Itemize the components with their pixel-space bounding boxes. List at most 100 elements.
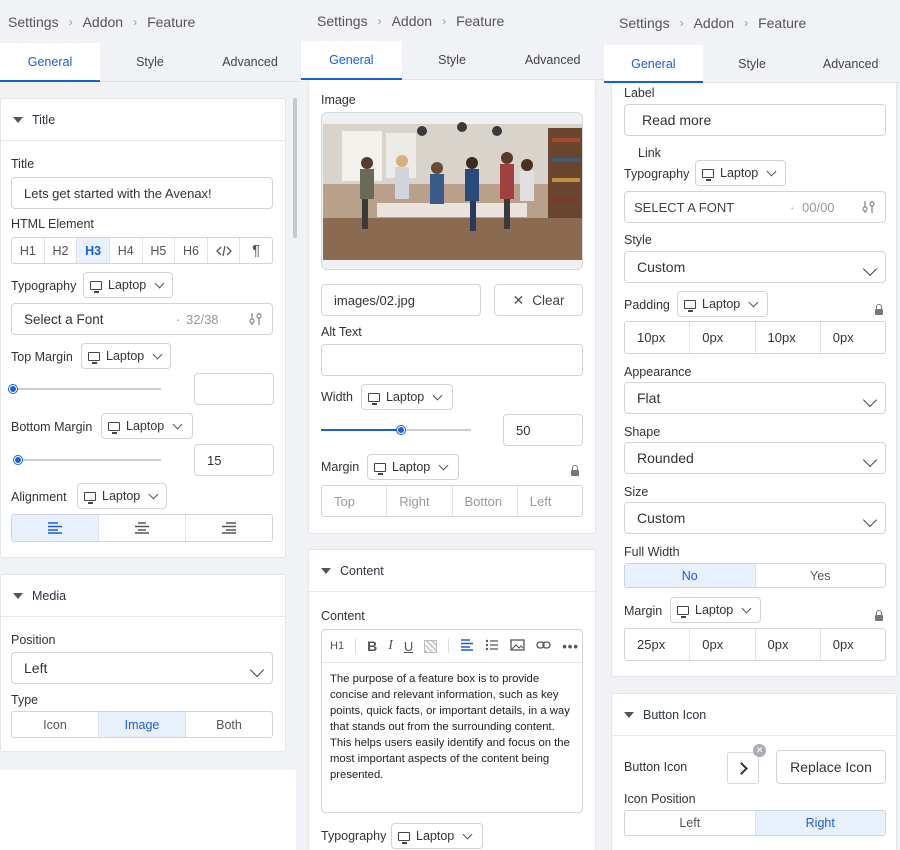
list-icon[interactable]: [485, 639, 499, 654]
h5-button[interactable]: H5: [143, 238, 176, 263]
margin-right-input[interactable]: Right: [387, 486, 453, 516]
tab-general[interactable]: General: [604, 45, 703, 83]
device-selector[interactable]: Laptop: [695, 160, 786, 186]
width-slider[interactable]: [321, 426, 471, 434]
style-select[interactable]: Custom: [624, 251, 886, 283]
section-title: Content: [340, 563, 384, 578]
remove-icon[interactable]: ✕: [753, 744, 766, 757]
device-selector[interactable]: Laptop: [391, 823, 483, 849]
margin-left-input[interactable]: Left: [518, 486, 582, 516]
top-margin-slider[interactable]: [9, 385, 161, 393]
icon-position-right[interactable]: Right: [755, 811, 885, 835]
width-input[interactable]: 50: [503, 414, 583, 446]
padding-bottom-input[interactable]: 10px: [756, 322, 821, 353]
paragraph-icon[interactable]: ¶: [240, 238, 272, 263]
tab-advanced[interactable]: Advanced: [801, 45, 900, 82]
code-icon[interactable]: [208, 238, 241, 263]
h3-button[interactable]: H3: [77, 238, 110, 263]
margin-bottom-input[interactable]: 0px: [756, 629, 821, 660]
margin-right-input[interactable]: 0px: [690, 629, 756, 660]
tab-advanced[interactable]: Advanced: [200, 43, 300, 81]
tab-general[interactable]: General: [0, 43, 100, 82]
padding-left-input[interactable]: 0px: [821, 322, 885, 353]
align-left-icon[interactable]: [460, 638, 474, 654]
unlock-icon[interactable]: [875, 610, 883, 621]
scrollbar[interactable]: [293, 98, 297, 238]
type-icon-option[interactable]: Icon: [12, 712, 99, 737]
italic-icon[interactable]: I: [388, 638, 393, 654]
size-select[interactable]: Custom: [624, 502, 886, 534]
clear-button[interactable]: ✕ Clear: [494, 284, 583, 316]
type-image-option[interactable]: Image: [99, 712, 186, 737]
bottom-margin-input[interactable]: 15: [194, 444, 274, 476]
align-right-icon[interactable]: [186, 515, 272, 541]
alt-text-input[interactable]: [321, 344, 583, 376]
sliders-icon[interactable]: [249, 312, 262, 329]
shape-select[interactable]: Rounded: [624, 442, 886, 474]
device-selector[interactable]: Laptop: [670, 597, 761, 623]
padding-top-input[interactable]: 10px: [625, 322, 691, 353]
media-section-header[interactable]: Media: [1, 575, 285, 617]
margin-top-input[interactable]: Top: [322, 486, 388, 516]
h1-button[interactable]: H1: [12, 238, 45, 263]
tab-style[interactable]: Style: [703, 45, 802, 82]
tab-advanced[interactable]: Advanced: [502, 41, 603, 79]
image-preview[interactable]: [321, 112, 583, 270]
image-path-input[interactable]: images/02.jpg: [321, 284, 481, 316]
device-selector[interactable]: Laptop: [361, 384, 453, 410]
align-center-icon[interactable]: [99, 515, 186, 541]
breadcrumb-settings[interactable]: Settings: [317, 13, 368, 29]
device-selector[interactable]: Laptop: [81, 343, 171, 369]
font-select[interactable]: Select a Font · 32/38: [11, 303, 273, 335]
bold-icon[interactable]: B: [367, 638, 377, 654]
title-section-header[interactable]: Title: [1, 99, 285, 141]
position-select[interactable]: Left: [11, 652, 273, 684]
h4-button[interactable]: H4: [110, 238, 143, 263]
margin-top-input[interactable]: 25px: [625, 629, 691, 660]
tab-general[interactable]: General: [301, 41, 402, 80]
breadcrumb-settings[interactable]: Settings: [619, 15, 670, 31]
type-both-option[interactable]: Both: [186, 712, 272, 737]
label-input[interactable]: Read more: [624, 104, 886, 136]
link-icon[interactable]: [536, 639, 551, 654]
margin-bottom-input[interactable]: Botton: [453, 486, 518, 516]
replace-icon-button[interactable]: Replace Icon: [776, 750, 886, 784]
link-label[interactable]: Link: [638, 146, 661, 160]
lock-icon[interactable]: [571, 465, 579, 476]
h6-button[interactable]: H6: [175, 238, 208, 263]
breadcrumb-addon[interactable]: Addon: [392, 13, 432, 29]
device-selector[interactable]: Laptop: [101, 413, 193, 439]
tab-style[interactable]: Style: [100, 43, 200, 81]
underline-icon[interactable]: U: [404, 639, 413, 654]
sliders-icon[interactable]: [862, 200, 875, 217]
breadcrumb-settings[interactable]: Settings: [8, 14, 59, 30]
full-width-no[interactable]: No: [625, 564, 756, 587]
appearance-select[interactable]: Flat: [624, 382, 886, 414]
padding-right-input[interactable]: 0px: [690, 322, 756, 353]
color-icon[interactable]: [424, 639, 438, 653]
top-margin-input[interactable]: [194, 373, 274, 405]
device-selector[interactable]: Laptop: [677, 291, 768, 317]
bottom-margin-slider[interactable]: [14, 456, 161, 464]
device-selector[interactable]: Laptop: [367, 454, 459, 480]
icon-preview[interactable]: [727, 752, 759, 784]
device-selector[interactable]: Laptop: [77, 483, 167, 509]
font-select[interactable]: SELECT A FONT · 00/00: [624, 191, 886, 223]
breadcrumb-addon[interactable]: Addon: [694, 15, 734, 31]
h2-button[interactable]: H2: [45, 238, 78, 263]
button-icon-section-header[interactable]: Button Icon: [612, 694, 896, 736]
icon-position-left[interactable]: Left: [625, 811, 756, 835]
content-text[interactable]: The purpose of a feature box is to provi…: [322, 663, 582, 791]
heading-icon[interactable]: H1: [330, 640, 344, 652]
device-selector[interactable]: Laptop: [83, 272, 173, 298]
align-left-icon[interactable]: [12, 515, 99, 541]
full-width-yes[interactable]: Yes: [756, 564, 886, 587]
image-icon[interactable]: [510, 638, 525, 654]
title-input[interactable]: Lets get started with the Avenax!: [11, 177, 273, 209]
more-icon[interactable]: •••: [562, 639, 579, 654]
tab-style[interactable]: Style: [402, 41, 503, 79]
content-section-header[interactable]: Content: [309, 550, 595, 592]
breadcrumb-addon[interactable]: Addon: [83, 14, 123, 30]
margin-left-input[interactable]: 0px: [821, 629, 885, 660]
unlock-icon[interactable]: [875, 304, 883, 315]
